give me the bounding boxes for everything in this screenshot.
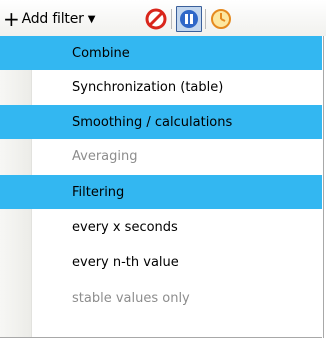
menu-border (323, 36, 324, 338)
menu-item-averaging: Averaging (0, 139, 322, 173)
menu-item-every-nth-value[interactable]: every n-th value (0, 245, 322, 279)
toolbar: + Add filter ▼ (0, 0, 326, 36)
no-entry-icon (145, 8, 167, 30)
menu-item-label: stable values only (72, 290, 190, 306)
menu-item-label: Filtering (72, 184, 125, 200)
pause-button[interactable] (176, 6, 202, 32)
toolbar-separator (171, 9, 172, 29)
menu-item-label: Combine (72, 45, 130, 61)
add-filter-button[interactable]: + Add filter ▼ (1, 6, 97, 32)
menu-header-filtering: Filtering (0, 175, 322, 209)
menu-item-label: Averaging (72, 148, 138, 164)
stop-button[interactable] (143, 6, 169, 32)
menu-item-stable-values-only: stable values only (0, 281, 322, 315)
menu-header-combine: Combine (0, 36, 322, 70)
menu-item-synchronization[interactable]: Synchronization (table) (0, 70, 322, 104)
timer-button[interactable] (208, 6, 234, 32)
menu-header-smoothing: Smoothing / calculations (0, 105, 322, 139)
menu-item-label: every n-th value (72, 254, 179, 270)
chevron-down-icon: ▼ (87, 13, 96, 25)
menu-item-label: Synchronization (table) (72, 79, 224, 95)
toolbar-separator (205, 9, 206, 29)
add-filter-label: Add filter (21, 11, 84, 27)
pause-icon (180, 10, 198, 28)
menu-item-every-x-seconds[interactable]: every x seconds (0, 210, 322, 244)
add-filter-dropdown-menu: Combine Synchronization (table) Smoothin… (0, 36, 326, 338)
menu-item-label: Smoothing / calculations (72, 114, 233, 130)
menu-item-label: every x seconds (72, 219, 178, 235)
clock-icon (211, 9, 231, 29)
plus-icon: + (3, 7, 20, 31)
